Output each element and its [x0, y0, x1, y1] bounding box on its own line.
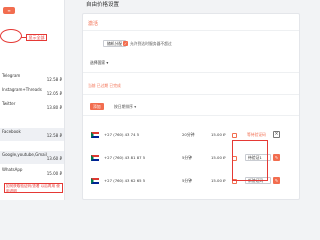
- time-left: 20分钟: [182, 132, 195, 137]
- service-item[interactable]: WhatsApp 15.00 ₽: [0, 166, 64, 179]
- service-item[interactable]: Facebook 12.58 ₽: [0, 128, 64, 141]
- service-name: Twitter: [2, 101, 16, 106]
- tabs-label[interactable]: 当前 已过期 已完成: [88, 83, 121, 88]
- panel-title: 激活: [88, 21, 99, 27]
- tabs[interactable]: 当前 已过期 已完成: [88, 83, 121, 89]
- divider: [83, 30, 299, 31]
- time-left: 5分钟: [182, 178, 193, 183]
- phone-number: +27 (760) 43 74 5: [104, 132, 140, 137]
- status-text: 等待验证码: [247, 132, 266, 137]
- time-left: 5分钟: [182, 155, 193, 160]
- south-africa-flag-icon: [91, 155, 99, 161]
- edit-button[interactable]: ✎: [273, 177, 280, 184]
- service-name: Instagram+Threads: [2, 87, 42, 92]
- service-name: Facebook: [2, 129, 21, 134]
- annotation-label: 显示全部: [26, 34, 47, 41]
- row-price: 15.00 ₽: [211, 132, 226, 137]
- service-item[interactable]: Google,youtube,Gmail 13.60 ₽: [0, 151, 64, 164]
- south-africa-flag-icon: [91, 132, 99, 138]
- service-name: Google,youtube,Gmail: [2, 152, 47, 157]
- phone-number: +27 (760) 43 62 65 5: [104, 178, 146, 183]
- auto-checkbox[interactable]: ✓: [123, 41, 128, 46]
- service-item[interactable]: Telegram 12.58 ₽: [0, 72, 64, 85]
- table-row: +27 (760) 43 74 5 20分钟 15.00 ₽ 等待验证码 ×: [82, 131, 292, 140]
- checkbox-label: 允许到达时服务器不超过: [130, 41, 172, 46]
- sort-dropdown[interactable]: 按日期排序 ▾: [114, 103, 136, 110]
- copy-icon[interactable]: [232, 132, 237, 138]
- row-price: 15.00 ₽: [211, 155, 226, 160]
- service-price: 12.58 ₽: [46, 133, 62, 138]
- add-button[interactable]: 添加: [90, 103, 104, 110]
- service-price: 12.05 ₽: [46, 91, 62, 96]
- service-price: 13.60 ₽: [46, 156, 62, 161]
- service-name: WhatsApp: [2, 167, 23, 172]
- service-item[interactable]: Instagram+Threads 12.05 ₽: [0, 86, 64, 99]
- divider: [83, 72, 299, 73]
- service-price: 13.80 ₽: [46, 105, 62, 110]
- menu-toggle-button[interactable]: ≡: [3, 7, 15, 14]
- page-title: 自由价格设置: [86, 2, 120, 8]
- phone-number: +27 (760) 43 81 87 5: [104, 155, 146, 160]
- service-name: Telegram: [2, 73, 21, 78]
- row-price: 15.00 ₽: [211, 178, 226, 183]
- annotation-note: 如何获取验证码/查看 以后再用 使用说明: [4, 183, 63, 193]
- divider: [83, 94, 299, 95]
- sidebar: ≡ 显示全部 Telegram 12.58 ₽ Instagram+Thread…: [0, 0, 65, 200]
- annotation-highlight-box: [232, 140, 268, 181]
- service-price: 12.58 ₽: [46, 77, 62, 82]
- cancel-button[interactable]: ×: [273, 131, 280, 138]
- edit-button[interactable]: ✎: [273, 154, 280, 161]
- south-africa-flag-icon: [91, 178, 99, 184]
- annotation-circle: [0, 29, 22, 43]
- main-content: 自由价格设置 激活 随机分配 ✓ 允许到达时服务器不超过 选择国家 ▾ 当前 已…: [72, 0, 300, 200]
- country-select[interactable]: 选择国家 ▾: [90, 60, 108, 66]
- service-price: 15.00 ₽: [46, 171, 62, 176]
- divider: [83, 115, 299, 116]
- service-item[interactable]: Twitter 13.80 ₽: [0, 100, 64, 113]
